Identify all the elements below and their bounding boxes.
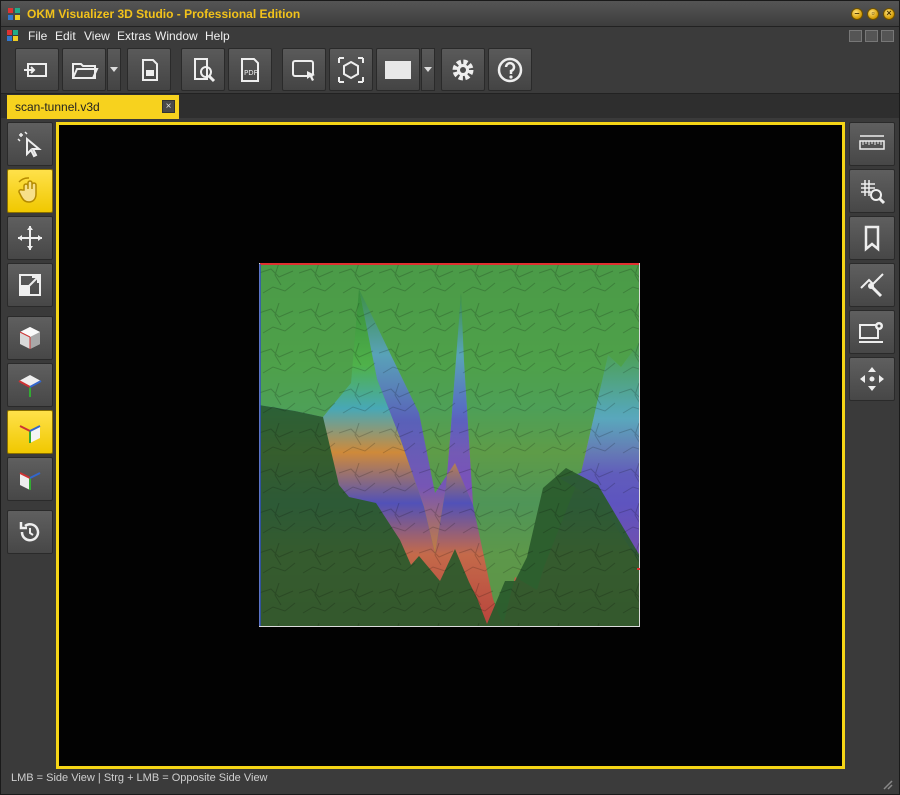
device-transfer-button[interactable]: [15, 48, 59, 91]
chevron-down-icon: [424, 66, 432, 72]
device-transfer-icon: [24, 62, 47, 77]
menu-window[interactable]: Window: [155, 29, 198, 43]
sd-card-icon: [142, 58, 158, 81]
tab-close-button[interactable]: ×: [162, 100, 175, 113]
rotate-hand-icon: [18, 177, 37, 203]
maximize-icon: ▫: [871, 8, 875, 18]
left-tool-panel: [7, 122, 53, 772]
menu-view[interactable]: View: [84, 29, 110, 43]
document-icon: [7, 30, 18, 41]
settings-gear-icon: [452, 59, 474, 80]
tab-label: scan-tunnel.v3d: [15, 100, 100, 114]
minimize-icon: –: [854, 8, 860, 18]
3d-view-button[interactable]: [329, 48, 373, 91]
window-title: OKM Visualizer 3D Studio - Professional …: [27, 7, 301, 21]
perspective-view-icon: [19, 327, 40, 349]
tab-scan-tunnel[interactable]: scan-tunnel.v3d ×: [7, 95, 179, 119]
menu-bar: File Edit View Extras Window Help: [1, 27, 899, 45]
document-search-icon: [194, 57, 216, 82]
perspective-view-button[interactable]: [7, 316, 53, 360]
mdi-minimize-button[interactable]: [849, 30, 862, 42]
help-button[interactable]: [488, 48, 532, 91]
sd-card-button[interactable]: [127, 48, 171, 91]
ruler-button[interactable]: [849, 122, 895, 166]
pdf-export-button[interactable]: PDF: [228, 48, 272, 91]
menu-extras[interactable]: Extras: [117, 29, 151, 43]
select-pointer-icon: [17, 131, 42, 158]
reset-rotation-icon: [19, 522, 40, 542]
app-window: OKM Visualizer 3D Studio - Professional …: [0, 0, 900, 795]
open-file-button[interactable]: [62, 48, 106, 91]
bookmark-icon: [864, 225, 880, 252]
menu-edit[interactable]: Edit: [55, 29, 76, 43]
status-hint-text: LMB = Side View | Strg + LMB = Opposite …: [11, 772, 268, 784]
top-view-button[interactable]: [7, 363, 53, 407]
side-view-button[interactable]: [7, 410, 53, 454]
navigate-cross-icon: [860, 367, 884, 391]
svg-text:PDF: PDF: [244, 69, 258, 77]
front-view-icon: [19, 472, 41, 490]
status-bar: LMB = Side View | Strg + LMB = Opposite …: [1, 770, 899, 794]
color-dropdown-button[interactable]: [421, 48, 435, 91]
document-search-button[interactable]: [181, 48, 225, 91]
settings-button[interactable]: [441, 48, 485, 91]
mdi-restore-button[interactable]: [865, 30, 878, 42]
pdf-export-icon: PDF: [241, 57, 259, 82]
mdi-close-button[interactable]: [881, 30, 894, 42]
ruler-icon: [859, 135, 885, 150]
display-settings-button[interactable]: [849, 310, 895, 354]
main-toolbar: PDF: [1, 45, 899, 93]
top-view-icon: [18, 375, 42, 397]
screen-capture-button[interactable]: [282, 48, 326, 91]
resize-grip-icon[interactable]: [881, 778, 893, 790]
move-tool-button[interactable]: [7, 216, 53, 260]
menu-help[interactable]: Help: [205, 29, 230, 43]
screen-capture-icon: [292, 59, 315, 81]
move-arrows-icon: [18, 226, 42, 250]
scale-tool-button[interactable]: [7, 263, 53, 307]
open-dropdown-button[interactable]: [107, 48, 121, 91]
grid-zoom-button[interactable]: [849, 169, 895, 213]
grid-zoom-icon: [861, 180, 886, 205]
probe-measure-button[interactable]: [849, 263, 895, 307]
rotate-tool-button[interactable]: [7, 169, 53, 213]
side-view-icon: [19, 425, 41, 443]
minimize-button[interactable]: –: [851, 8, 863, 20]
navigate-button[interactable]: [849, 357, 895, 401]
color-swatch-button[interactable]: [376, 48, 420, 91]
select-tool-button[interactable]: [7, 122, 53, 166]
probe-measure-icon: [860, 273, 884, 298]
bookmark-button[interactable]: [849, 216, 895, 260]
close-icon: ×: [886, 8, 892, 18]
app-logo-icon: [8, 8, 20, 20]
open-folder-icon: [72, 62, 99, 79]
close-window-button[interactable]: ×: [883, 8, 895, 20]
3d-cube-view-icon: [338, 56, 364, 83]
reset-rotation-button[interactable]: [7, 510, 53, 554]
right-tool-panel: [849, 122, 895, 422]
document-tab-bar: scan-tunnel.v3d ×: [1, 93, 899, 119]
chevron-down-icon: [110, 66, 118, 72]
front-view-button[interactable]: [7, 457, 53, 501]
display-settings-icon: [859, 322, 883, 343]
ground-scan-visualization[interactable]: [259, 263, 640, 627]
help-icon: [497, 57, 523, 82]
color-swatch-icon: [385, 60, 411, 79]
maximize-button[interactable]: ▫: [867, 8, 879, 20]
scale-icon: [19, 274, 41, 296]
title-bar[interactable]: OKM Visualizer 3D Studio - Professional …: [1, 1, 899, 27]
menu-file[interactable]: File: [28, 29, 47, 43]
